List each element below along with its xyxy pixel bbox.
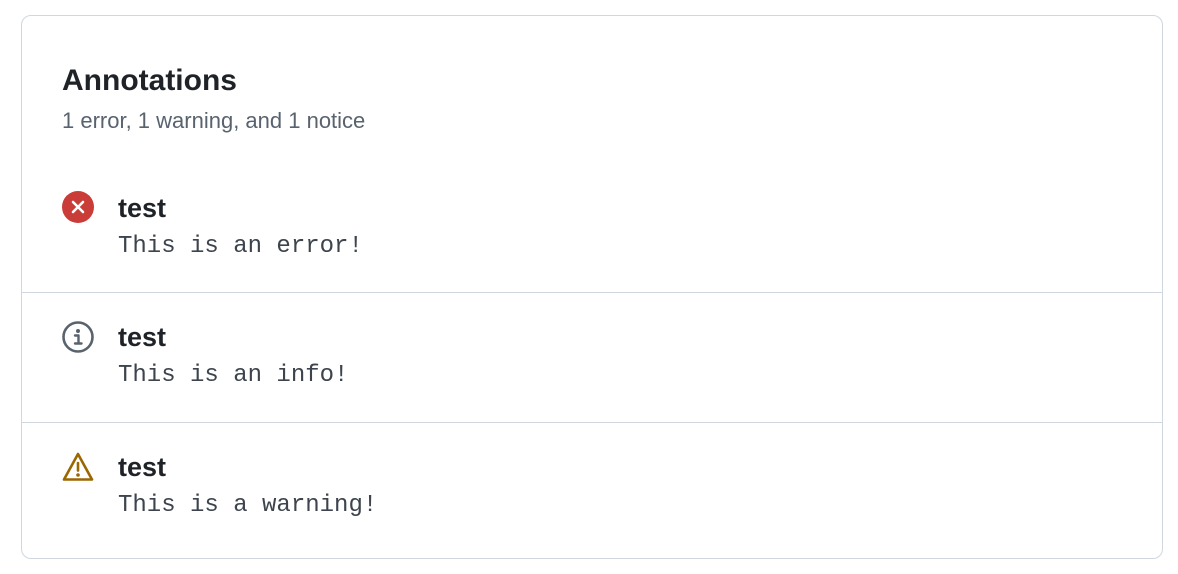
info-icon [62,321,94,353]
annotation-item-notice[interactable]: test This is an info! [22,293,1162,423]
annotation-message: This is an info! [118,362,349,389]
annotations-panel: Annotations 1 error, 1 warning, and 1 no… [21,15,1163,559]
annotation-item-warning[interactable]: test This is a warning! [22,423,1162,558]
annotation-item-error[interactable]: test This is an error! [22,164,1162,293]
annotations-title: Annotations [62,64,237,97]
x-circle-fill-icon [62,191,94,223]
alert-icon [62,451,94,483]
annotation-title: test [118,452,167,482]
annotations-summary: 1 error, 1 warning, and 1 notice [62,108,366,133]
annotations-header: Annotations 1 error, 1 warning, and 1 no… [22,16,1162,164]
annotation-message: This is a warning! [118,492,378,519]
annotation-message: This is an error! [118,233,363,260]
annotation-title: test [118,193,167,223]
annotation-title: test [118,322,167,352]
